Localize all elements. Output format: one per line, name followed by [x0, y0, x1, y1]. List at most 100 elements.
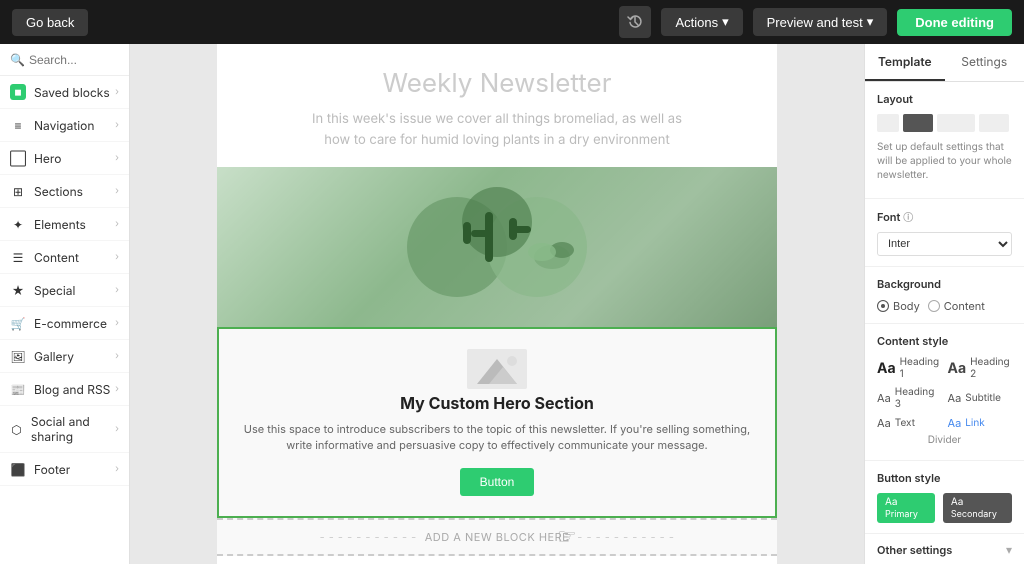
sidebar: 🔍 ◼ Saved blocks › ≡ Navigation › ⬜ Hero… — [0, 44, 130, 564]
navigation-icon: ≡ — [10, 117, 26, 133]
chevron-right-icon: › — [115, 86, 119, 98]
add-block-row[interactable]: - - - - - - - - - - - ADD A NEW BLOCK HE… — [217, 518, 777, 556]
cs-heading3[interactable]: Aa Heading 3 — [877, 386, 942, 410]
sidebar-item-ecommerce[interactable]: 🛒 E-commerce › — [0, 307, 129, 340]
tab-settings[interactable]: Settings — [945, 44, 1024, 81]
bg-content-radio — [928, 300, 940, 312]
hero-cta-button[interactable]: Button — [460, 468, 535, 496]
bg-body-radio — [877, 300, 889, 312]
bg-content-option[interactable]: Content — [928, 299, 985, 313]
done-editing-button[interactable]: Done editing — [897, 9, 1012, 36]
btn-secondary[interactable]: Aa Secondary — [943, 493, 1012, 523]
chevron-down-icon: ▾ — [1006, 542, 1012, 557]
tab-template[interactable]: Template — [865, 44, 945, 81]
cs-subtitle[interactable]: Aa Subtitle — [948, 386, 1013, 410]
font-section: Font ⓘ Inter — [865, 199, 1024, 267]
right-panel: Template Settings Layout Set up default … — [864, 44, 1024, 564]
preview-button[interactable]: Preview and test ▾ — [753, 8, 888, 36]
chevron-right-icon: › — [115, 463, 119, 475]
chevron-right-icon: › — [115, 251, 119, 263]
history-icon — [627, 14, 643, 30]
other-settings-row[interactable]: Other settings ▾ — [865, 534, 1024, 564]
chevron-right-icon: › — [115, 350, 119, 362]
heading1-preview: Aa — [877, 360, 896, 377]
layout-desc: Set up default settings that will be app… — [877, 140, 1012, 182]
bg-body-option[interactable]: Body — [877, 299, 920, 313]
sidebar-item-content[interactable]: ☰ Content › — [0, 241, 129, 274]
mountain-icon — [467, 349, 527, 389]
btn-primary[interactable]: Aa Primary — [877, 493, 935, 523]
add-block-dashes-right: - - - - - - - - - - - — [577, 530, 674, 544]
search-input[interactable] — [29, 53, 119, 67]
main-layout: 🔍 ◼ Saved blocks › ≡ Navigation › ⬜ Hero… — [0, 44, 1024, 564]
sidebar-item-special[interactable]: ★ Special › — [0, 274, 129, 307]
cactus-svg — [397, 182, 597, 312]
add-block-dashes: - - - - - - - - - - - — [320, 530, 417, 544]
sidebar-item-hero[interactable]: ⬜ Hero › — [0, 142, 129, 175]
gallery-icon: 🖼 — [10, 348, 26, 364]
heading3-preview: Aa — [877, 391, 891, 405]
search-icon: 🔍 — [10, 52, 25, 67]
chevron-right-icon: › — [115, 119, 119, 131]
hero-icon: ⬜ — [10, 150, 26, 166]
background-section: Background Body Content — [865, 267, 1024, 324]
cs-link[interactable]: Aa Link — [948, 416, 1013, 430]
chevron-down-icon: ▾ — [867, 14, 874, 30]
divider-row: Divider — [877, 430, 1012, 450]
layout-title: Layout — [877, 92, 1012, 106]
sidebar-item-saved-blocks[interactable]: ◼ Saved blocks › — [0, 76, 129, 109]
layout-opt-3[interactable] — [937, 114, 975, 132]
cs-heading2[interactable]: Aa Heading 2 — [948, 356, 1013, 380]
newsletter-header: Weekly Newsletter In this week's issue w… — [217, 44, 777, 167]
search-box: 🔍 — [0, 44, 129, 76]
button-style-section: Button style Aa Primary Aa Secondary — [865, 461, 1024, 534]
font-title: Font ⓘ — [877, 209, 1012, 224]
hero-block-selected[interactable]: My Custom Hero Section Use this space to… — [217, 327, 777, 518]
social-icon: ⬡ — [10, 421, 23, 437]
hero-block-title: My Custom Hero Section — [235, 393, 759, 413]
chevron-down-icon: ▾ — [722, 14, 729, 30]
sidebar-item-navigation[interactable]: ≡ Navigation › — [0, 109, 129, 142]
newsletter-title: Weekly Newsletter — [257, 68, 737, 99]
sidebar-item-gallery[interactable]: 🖼 Gallery › — [0, 340, 129, 373]
layout-opt-4[interactable] — [979, 114, 1009, 132]
other-settings-label: Other settings — [877, 543, 952, 557]
email-canvas-area: Weekly Newsletter In this week's issue w… — [130, 44, 864, 564]
link-preview: Aa — [948, 416, 962, 430]
email-canvas: Weekly Newsletter In this week's issue w… — [217, 44, 777, 564]
background-title: Background — [877, 277, 1012, 291]
go-back-button[interactable]: Go back — [12, 9, 88, 36]
content-style-title: Content style — [877, 334, 1012, 348]
latest-post-section: Our Latest Post Caring for bromeliads ca… — [217, 556, 777, 564]
layout-options — [877, 114, 1012, 132]
background-options: Body Content — [877, 299, 1012, 313]
button-style-title: Button style — [877, 471, 1012, 485]
cactus-image — [217, 167, 777, 327]
btn-primary-aa: Aa — [885, 496, 898, 508]
sidebar-item-social-sharing[interactable]: ⬡ Social and sharing › — [0, 406, 129, 453]
special-icon: ★ — [10, 282, 26, 298]
subtitle-preview: Aa — [948, 391, 962, 405]
cs-text[interactable]: Aa Text — [877, 416, 942, 430]
layout-opt-2[interactable] — [903, 114, 933, 132]
layout-section: Layout Set up default settings that will… — [865, 82, 1024, 199]
button-style-options: Aa Primary Aa Secondary — [877, 493, 1012, 523]
blog-rss-icon: 📰 — [10, 381, 26, 397]
chevron-right-icon: › — [115, 423, 119, 435]
history-button[interactable] — [619, 6, 651, 38]
layout-opt-1[interactable] — [877, 114, 899, 132]
content-style-grid: Aa Heading 1 Aa Heading 2 Aa Heading 3 A… — [877, 356, 1012, 430]
content-style-section: Content style Aa Heading 1 Aa Heading 2 … — [865, 324, 1024, 461]
panel-tabs: Template Settings — [865, 44, 1024, 82]
sidebar-item-blog-rss[interactable]: 📰 Blog and RSS › — [0, 373, 129, 406]
sidebar-item-footer[interactable]: ⬛ Footer › — [0, 453, 129, 486]
sidebar-item-sections[interactable]: ⊞ Sections › — [0, 175, 129, 208]
content-icon: ☰ — [10, 249, 26, 265]
chevron-right-icon: › — [115, 218, 119, 230]
font-select[interactable]: Inter — [877, 232, 1012, 256]
sidebar-item-elements[interactable]: ✦ Elements › — [0, 208, 129, 241]
cs-heading1[interactable]: Aa Heading 1 — [877, 356, 942, 380]
text-preview: Aa — [877, 416, 891, 430]
actions-button[interactable]: Actions ▾ — [661, 8, 742, 36]
ecommerce-icon: 🛒 — [10, 315, 26, 331]
